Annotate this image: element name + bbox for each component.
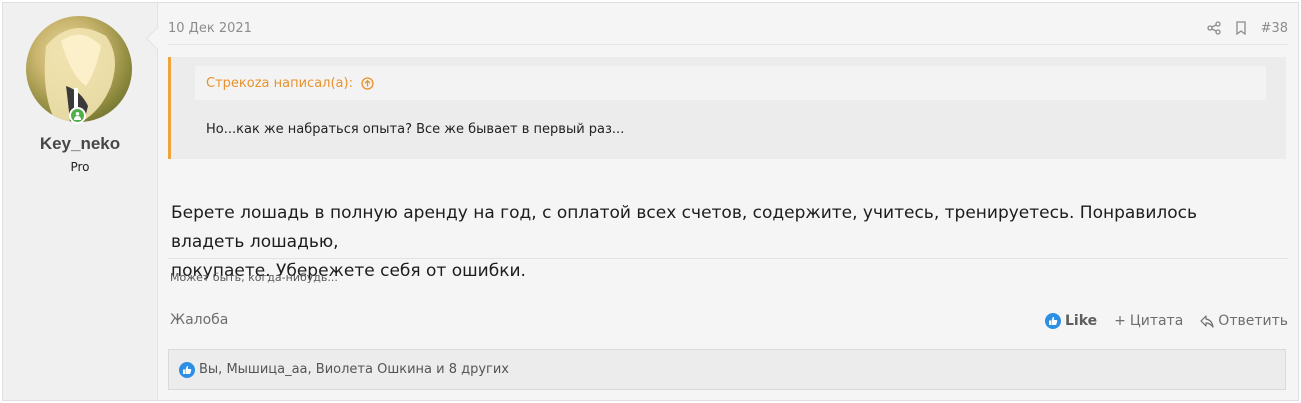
post-number[interactable]: #38 (1261, 21, 1288, 36)
like-button[interactable]: Like (1044, 313, 1097, 329)
reply-button-label[interactable]: Ответить (1218, 313, 1288, 329)
quote-author[interactable]: Стрекоza написал(а): (206, 76, 353, 91)
signature-divider (168, 258, 1288, 259)
username[interactable]: Key_neko (3, 134, 157, 154)
quote-button[interactable]: + Цитата (1114, 313, 1183, 329)
avatar-image (44, 28, 115, 122)
thumbs-up-icon (179, 361, 195, 378)
arrow-up-circle-icon[interactable] (361, 76, 374, 90)
thumbs-up-icon (1044, 313, 1061, 329)
post-actions: Like + Цитата Ответить (1044, 311, 1288, 331)
post-date[interactable]: 10 Дек 2021 (168, 21, 252, 36)
post-header-actions: #38 (1206, 17, 1288, 39)
quote-header[interactable]: Стрекоza написал(а): (195, 66, 1266, 100)
bookmark-icon[interactable] (1235, 21, 1247, 35)
user-column: Key_neko Pro (3, 3, 158, 400)
plus-icon: + (1114, 313, 1126, 329)
reactions-bar[interactable]: Вы, Мышица_аа, Виолета Ошкина и 8 других (168, 349, 1286, 390)
reactions-text[interactable]: Вы, Мышица_аа, Виолета Ошкина и 8 других (199, 362, 509, 377)
quote-block: Стрекоza написал(а): Но...как же набрать… (168, 57, 1286, 159)
report-link[interactable]: Жалоба (170, 312, 228, 328)
user-title: Pro (70, 160, 90, 174)
header-divider (168, 44, 1288, 45)
signature: Может быть, когда-нибудь... (170, 271, 338, 284)
online-status-badge (69, 107, 86, 124)
reply-button[interactable]: Ответить (1200, 313, 1288, 329)
quote-button-label[interactable]: Цитата (1130, 313, 1183, 329)
reply-icon (1200, 314, 1214, 328)
like-label[interactable]: Like (1065, 313, 1097, 329)
avatar[interactable] (26, 16, 132, 122)
user-online-icon (74, 112, 81, 120)
quote-text: Но...как же набраться опыта? Все же быва… (206, 122, 625, 137)
post-message-line: Берете лошадь в полную аренду на год, с … (171, 203, 1197, 252)
post-main: 10 Дек 2021 #38 Стрекоza написал(а): Но.… (158, 3, 1298, 400)
post-container: Key_neko Pro 10 Дек 2021 #38 Стрекоza на… (2, 2, 1299, 401)
share-icon[interactable] (1206, 21, 1221, 35)
